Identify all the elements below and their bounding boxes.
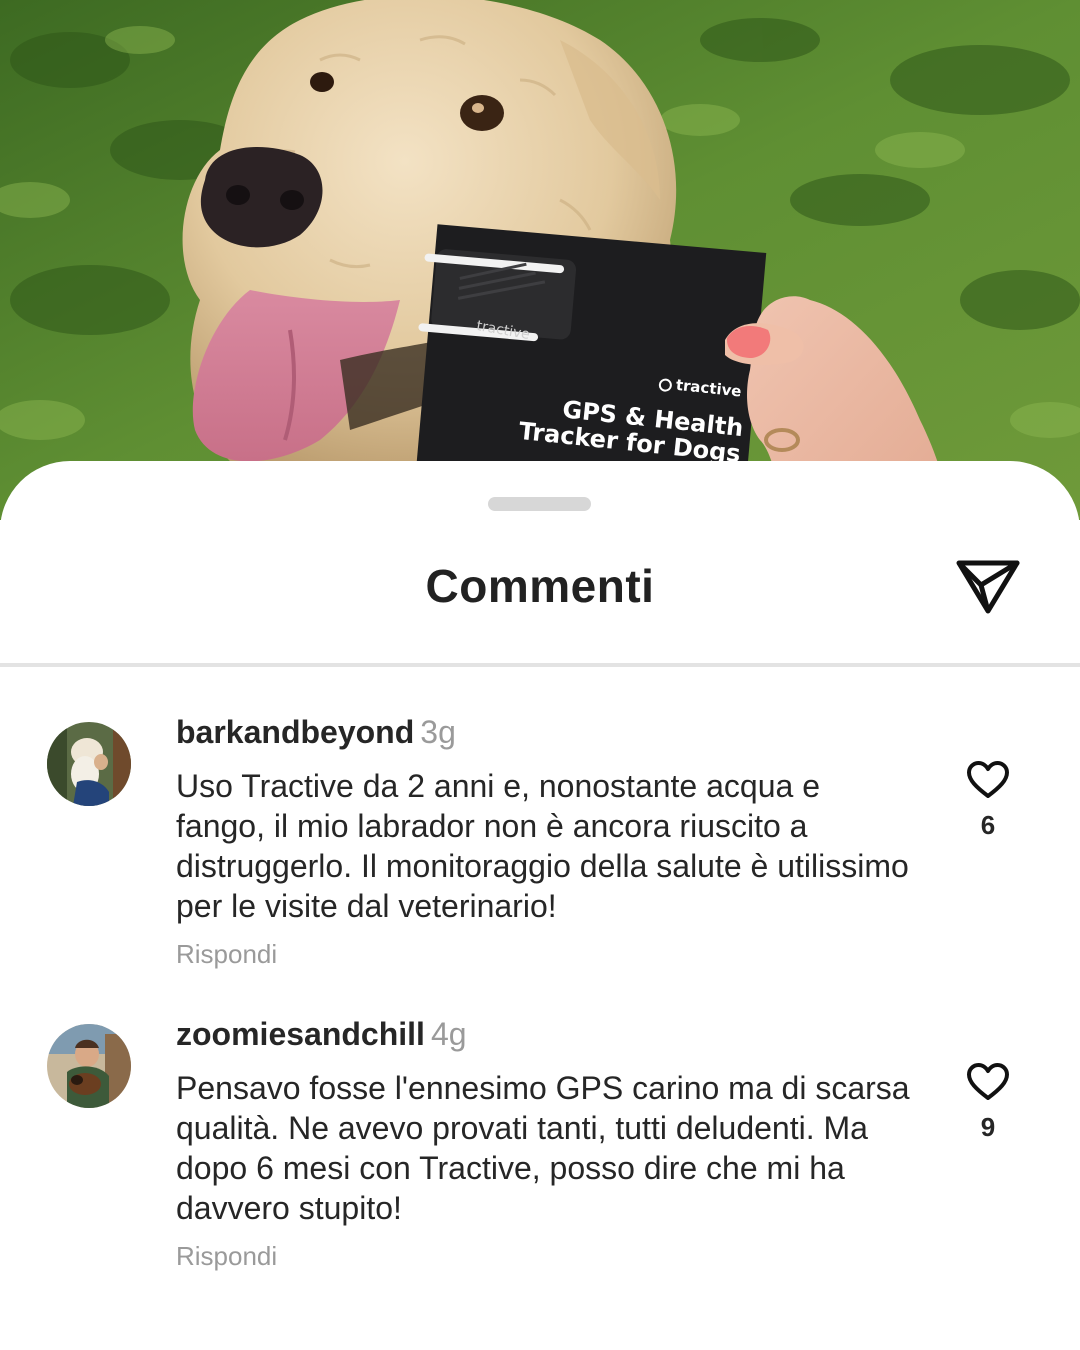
like-count: 6: [980, 810, 996, 840]
heart-icon: [967, 1063, 1009, 1100]
heart-icon: [967, 761, 1009, 798]
like-group: 9: [958, 1062, 1018, 1142]
avatar-photo: [47, 722, 131, 806]
paper-plane-icon: [956, 560, 1020, 614]
like-group: 6: [958, 760, 1018, 840]
sheet-title: Commenti: [425, 560, 655, 612]
like-button[interactable]: [966, 760, 1010, 800]
like-button[interactable]: [966, 1062, 1010, 1102]
comment-body: zoomiesandchill 4g Pensavo fosse l'ennesi…: [176, 1014, 916, 1272]
timestamp: 4g: [430, 1016, 467, 1052]
avatar[interactable]: [47, 1024, 131, 1108]
post-photo: tractive tractive GPS & Health Tracker f…: [0, 0, 1080, 520]
reply-button[interactable]: Rispondi: [176, 1240, 277, 1272]
tractive-logo-icon: [658, 377, 673, 393]
reply-button[interactable]: Rispondi: [176, 938, 277, 970]
like-count: 9: [980, 1112, 996, 1142]
username[interactable]: barkandbeyond: [176, 714, 414, 750]
avatar[interactable]: [47, 722, 131, 806]
drag-handle[interactable]: [488, 497, 591, 511]
username[interactable]: zoomiesandchill: [176, 1016, 425, 1052]
share-button[interactable]: [955, 557, 1021, 615]
comment-text: Pensavo fosse l'ennesimo GPS carino ma d…: [176, 1070, 910, 1226]
timestamp: 3g: [420, 714, 456, 750]
comment-header: barkandbeyond 3g: [176, 712, 916, 752]
comment-body: barkandbeyond 3g Uso Tractive da 2 anni e…: [176, 712, 916, 970]
comment-header: zoomiesandchill 4g: [176, 1014, 916, 1054]
header-divider: [0, 663, 1080, 667]
avatar-photo: [47, 1024, 131, 1108]
comment-text: Uso Tractive da 2 anni e, nonostante acq…: [176, 768, 909, 924]
